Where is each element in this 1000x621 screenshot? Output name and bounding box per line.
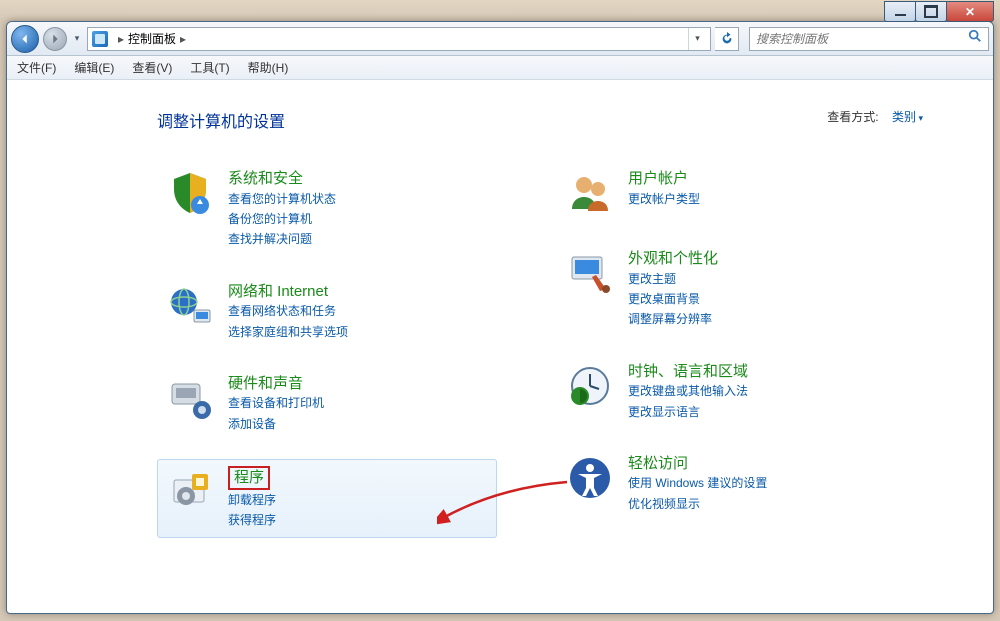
menu-help[interactable]: 帮助(H): [244, 57, 293, 78]
view-by-label: 查看方式:: [827, 110, 878, 124]
menu-file[interactable]: 文件(F): [13, 57, 60, 78]
category-link[interactable]: 优化视频显示: [628, 494, 767, 514]
content-area: 调整计算机的设置 查看方式: 类别 系统和安全查看您的计算机状态备份您的计算机查…: [7, 80, 993, 613]
category-title[interactable]: 程序: [228, 466, 270, 490]
category-title[interactable]: 用户帐户: [628, 169, 700, 189]
category-link[interactable]: 更改主题: [628, 269, 718, 289]
category-title[interactable]: 硬件和声音: [228, 374, 324, 394]
category-icon: [166, 374, 214, 422]
category-时钟、语言和区域[interactable]: 时钟、语言和区域更改键盘或其他输入法更改显示语言: [557, 355, 897, 429]
category-icon: [566, 169, 614, 217]
category-link[interactable]: 更改帐户类型: [628, 189, 700, 209]
category-link[interactable]: 查看您的计算机状态: [228, 189, 336, 209]
category-icon: [566, 362, 614, 410]
category-link[interactable]: 使用 Windows 建议的设置: [628, 473, 767, 493]
category-link[interactable]: 选择家庭组和共享选项: [228, 322, 348, 342]
search-icon[interactable]: [968, 29, 982, 48]
menu-bar: 文件(F) 编辑(E) 查看(V) 工具(T) 帮助(H): [7, 56, 993, 80]
category-icon: [566, 249, 614, 297]
maximize-button[interactable]: [915, 1, 947, 22]
navigation-bar: ▸ 控制面板 ▸: [7, 22, 993, 56]
category-link[interactable]: 添加设备: [228, 414, 324, 434]
category-icon: [166, 282, 214, 330]
menu-tools[interactable]: 工具(T): [186, 57, 233, 78]
nav-history-dropdown[interactable]: [71, 25, 83, 53]
category-title[interactable]: 轻松访问: [628, 454, 767, 474]
explorer-window: ▸ 控制面板 ▸ 文件(F) 编辑(E) 查看(V) 工具(T) 帮助(H) 调…: [6, 21, 994, 614]
category-link[interactable]: 更改桌面背景: [628, 289, 718, 309]
category-轻松访问[interactable]: 轻松访问使用 Windows 建议的设置优化视频显示: [557, 447, 897, 521]
category-title[interactable]: 外观和个性化: [628, 249, 718, 269]
address-bar[interactable]: ▸ 控制面板 ▸: [87, 27, 711, 51]
search-box[interactable]: [749, 27, 989, 51]
category-link[interactable]: 调整屏幕分辨率: [628, 309, 718, 329]
breadcrumb-root[interactable]: 控制面板: [128, 30, 176, 47]
view-by-control[interactable]: 查看方式: 类别: [827, 108, 923, 125]
refresh-button[interactable]: [715, 27, 739, 51]
category-icon: [166, 466, 214, 514]
breadcrumb-separator: ▸: [176, 32, 190, 46]
category-link[interactable]: 获得程序: [228, 510, 276, 530]
back-button[interactable]: [11, 25, 39, 53]
category-icon: [566, 454, 614, 502]
category-icon: [166, 169, 214, 217]
view-by-value[interactable]: 类别: [892, 110, 923, 124]
category-外观和个性化[interactable]: 外观和个性化更改主题更改桌面背景调整屏幕分辨率: [557, 242, 897, 337]
address-dropdown[interactable]: [688, 28, 706, 50]
category-link[interactable]: 查看网络状态和任务: [228, 301, 348, 321]
category-link[interactable]: 更改键盘或其他输入法: [628, 381, 748, 401]
category-系统和安全[interactable]: 系统和安全查看您的计算机状态备份您的计算机查找并解决问题: [157, 162, 497, 257]
category-link[interactable]: 备份您的计算机: [228, 209, 336, 229]
category-link[interactable]: 查看设备和打印机: [228, 393, 324, 413]
category-title[interactable]: 网络和 Internet: [228, 282, 348, 302]
category-link[interactable]: 查找并解决问题: [228, 229, 336, 249]
control-panel-icon: [92, 31, 108, 47]
menu-view[interactable]: 查看(V): [128, 57, 176, 78]
category-link[interactable]: 更改显示语言: [628, 402, 748, 422]
category-硬件和声音[interactable]: 硬件和声音查看设备和打印机添加设备: [157, 367, 497, 441]
search-input[interactable]: [756, 32, 968, 46]
menu-edit[interactable]: 编辑(E): [70, 57, 118, 78]
window-controls: [885, 1, 994, 22]
minimize-button[interactable]: [884, 1, 916, 22]
category-程序[interactable]: 程序卸载程序获得程序: [157, 459, 497, 537]
breadcrumb-separator: ▸: [114, 32, 128, 46]
category-title[interactable]: 时钟、语言和区域: [628, 362, 748, 382]
forward-button[interactable]: [43, 27, 67, 51]
category-title[interactable]: 系统和安全: [228, 169, 336, 189]
category-网络和 Internet[interactable]: 网络和 Internet查看网络状态和任务选择家庭组和共享选项: [157, 275, 497, 349]
close-button[interactable]: [946, 1, 994, 22]
category-用户帐户[interactable]: 用户帐户更改帐户类型: [557, 162, 897, 224]
category-link[interactable]: 卸载程序: [228, 490, 276, 510]
